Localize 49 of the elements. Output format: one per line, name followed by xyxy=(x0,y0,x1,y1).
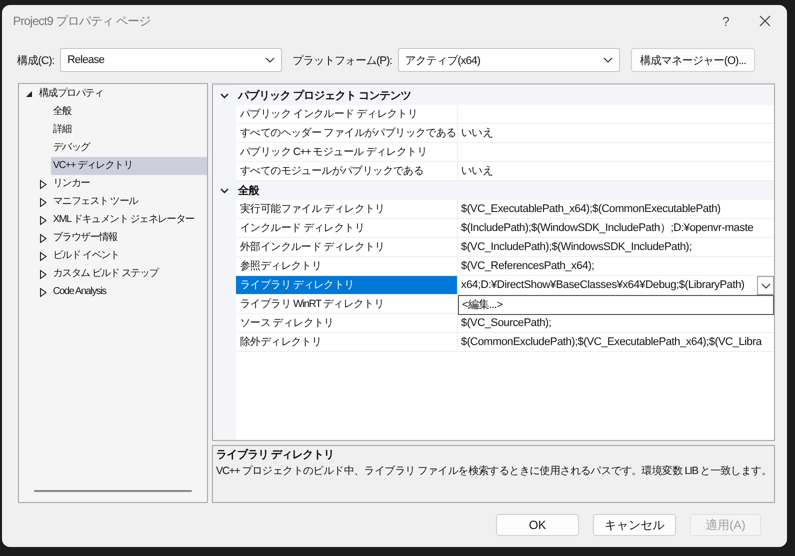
field-label: プラットフォーム(P): xyxy=(292,54,392,68)
property-name[interactable]: パブリック インクルード ディレクトリ xyxy=(236,105,458,124)
chevron-down-icon xyxy=(760,282,770,288)
dialog-button[interactable]: キャンセル xyxy=(593,514,676,536)
field-label: 構成(C): xyxy=(17,54,54,68)
property-name[interactable]: ライブラリ WinRT ディレクトリ xyxy=(236,295,458,314)
property-value[interactable]: いいえ xyxy=(461,127,494,139)
dropdown-field[interactable]: アクティブ(x64) xyxy=(398,48,620,72)
dropdown-button[interactable] xyxy=(757,276,774,295)
property-value[interactable]: いいえ xyxy=(461,165,494,177)
property-value[interactable]: $(VC_ReferencesPath_x64); xyxy=(461,260,594,272)
tree-item[interactable]: 詳細 xyxy=(51,121,74,139)
window-title: Project9 プロパティ ページ xyxy=(13,12,151,30)
configuration-manager-button[interactable]: 構成マネージャー(O)... xyxy=(631,48,756,72)
horizontal-scrollbar[interactable] xyxy=(34,490,192,492)
tree-item[interactable]: XML ドキュメント ジェネレーター xyxy=(51,211,196,229)
tree-item[interactable]: リンカー xyxy=(51,175,92,193)
property-name[interactable]: ライブラリ ディレクトリ xyxy=(236,276,458,295)
tree-item[interactable]: VC++ ディレクトリ xyxy=(51,157,207,175)
close-icon xyxy=(759,15,771,27)
tree-item[interactable]: 全般 xyxy=(51,103,74,121)
property-name[interactable]: 実行可能ファイル ディレクトリ xyxy=(236,200,458,219)
tree-item[interactable]: Code Analysis xyxy=(51,283,108,301)
property-value[interactable]: $(IncludePath);$(WindowSDK_IncludePath）;D:¥openvr-maste xyxy=(461,222,754,234)
dialog-button[interactable]: OK xyxy=(496,514,579,536)
property-name[interactable]: すべてのヘッダー ファイルがパブリックである xyxy=(236,124,458,143)
property-value[interactable]: $(VC_IncludePath);$(WindowsSDK_IncludePath); xyxy=(461,241,692,253)
tree-item[interactable]: ビルド イベント xyxy=(51,247,122,265)
description-text: VC++ プロジェクトのビルド中、ライブラリ ファイルを検索するときに使用されるパスです。環境変数 LIB と一致します。 xyxy=(216,464,771,479)
property-name[interactable]: パブリック C++ モジュール ディレクトリ xyxy=(236,143,458,162)
property-name[interactable]: 除外ディレクトリ xyxy=(236,333,458,352)
chevron-down-icon xyxy=(265,57,276,63)
tree-item[interactable]: カスタム ビルド ステップ xyxy=(51,265,160,283)
property-name[interactable]: ソース ディレクトリ xyxy=(236,314,458,333)
tree-item[interactable]: 構成プロパティ xyxy=(37,85,106,103)
property-value[interactable]: $(VC_SourcePath); xyxy=(461,317,552,329)
dropdown-field[interactable]: Release xyxy=(60,48,282,72)
tree-item[interactable]: デバッグ xyxy=(51,139,92,157)
property-value[interactable]: $(CommonExcludePath);$(VC_ExecutablePath_x64);$(VC_Libra xyxy=(461,336,762,348)
dropdown-option[interactable]: <編集...> xyxy=(459,296,773,314)
tree-item[interactable]: マニフェスト ツール xyxy=(51,193,140,211)
tree-item[interactable]: ブラウザー情報 xyxy=(51,229,120,247)
close-button[interactable] xyxy=(757,13,773,29)
property-name[interactable]: インクルード ディレクトリ xyxy=(236,219,458,238)
property-value[interactable]: $(VC_ExecutablePath_x64);$(CommonExecutablePath) xyxy=(461,203,721,215)
chevron-down-icon xyxy=(603,57,614,63)
property-name[interactable]: 外部インクルード ディレクトリ xyxy=(236,238,458,257)
help-button[interactable]: ? xyxy=(722,14,729,28)
description-title: ライブラリ ディレクトリ xyxy=(216,448,336,463)
